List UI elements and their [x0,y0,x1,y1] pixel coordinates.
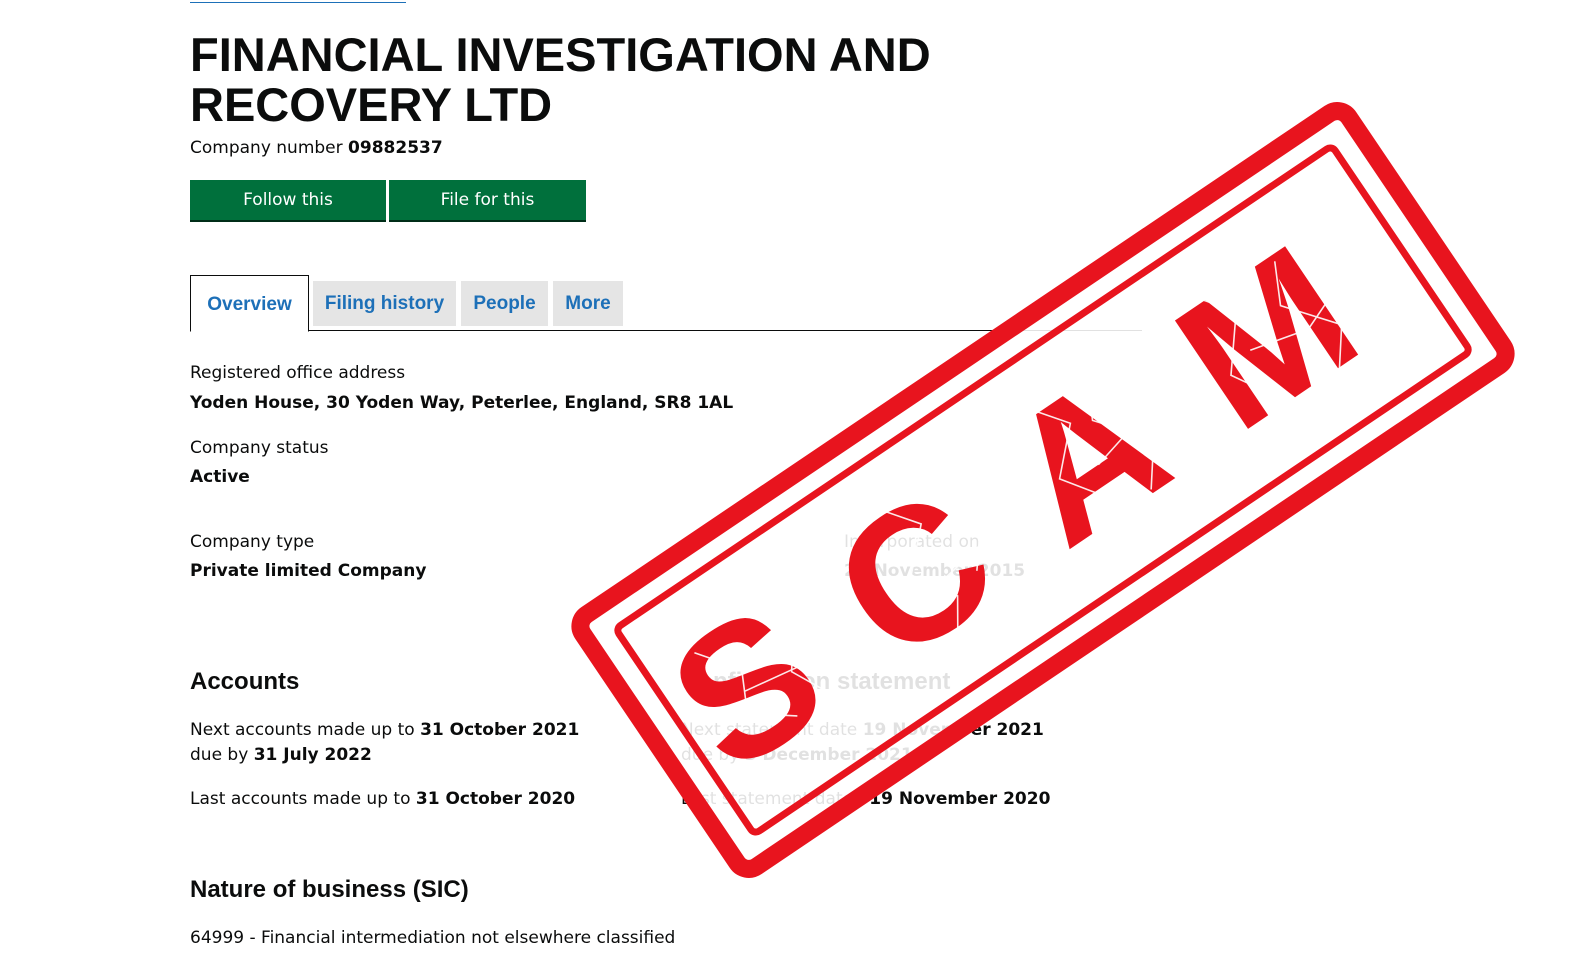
accounts-heading: Accounts [190,668,300,695]
accounts-due-date: 31 July 2022 [253,745,372,765]
accounts-next-label: Next accounts made up to [190,720,415,740]
company-number-label: Company number [190,138,343,158]
confirmation-due-date: 3 December 2021 [744,745,913,765]
tab-filing-history[interactable]: Filing history [313,281,456,326]
incorporated-value: 20 November 2015 [844,561,1026,581]
sic-entry: 64999 - Financial intermediation not els… [190,928,676,948]
accounts-next-date: 31 October 2021 [420,720,580,740]
follow-company-button[interactable]: Follow this company [190,180,386,250]
confirmation-last-date: 19 November 2020 [869,789,1051,809]
tab-more[interactable]: More [553,281,623,326]
company-number-value: 09882537 [348,138,443,158]
confirmation-next-date: 19 November 2021 [862,720,1044,740]
confirmation-next-label: Next statement date [681,720,858,740]
confirmation-due: due by 3 December 2021 [681,743,913,767]
confirmation-due-label: due by [681,745,740,765]
accounts-next: Next accounts made up to 31 October 2021 [190,718,579,742]
address-label: Registered office address [190,363,406,383]
tab-overview[interactable]: Overview [190,275,309,332]
address-value: Yoden House, 30 Yoden Way, Peterlee, Eng… [190,393,734,413]
accounts-due: due by 31 July 2022 [190,743,372,767]
company-number: Company number 09882537 [190,136,443,160]
status-value: Active [190,467,250,487]
file-for-company-button[interactable]: File for this company [389,180,586,250]
company-type-value: Private limited Company [190,561,427,581]
tabs-divider [190,330,1142,331]
accounts-due-label: due by [190,745,249,765]
page-title: FINANCIAL INVESTIGATION AND RECOVERY LTD [190,28,931,131]
accounts-last-date: 31 October 2020 [415,789,576,809]
tab-people[interactable]: People [461,281,548,326]
confirmation-next: Next statement date 19 November 2021 [681,718,1044,742]
confirmation-last-label: Last statement dated [681,789,864,809]
breadcrumb-link[interactable] [190,0,406,3]
confirmation-last: Last statement dated 19 November 2020 [681,787,1050,811]
company-type-label: Company type [190,532,315,552]
incorporated-label: Incorporated on [844,532,980,552]
status-label: Company status [190,438,329,458]
stamp-text: SCAM [635,167,1449,812]
confirmation-heading: Confirmation statement [681,668,951,695]
accounts-last: Last accounts made up to 31 October 2020 [190,787,575,811]
accounts-last-label: Last accounts made up to [190,789,411,809]
sic-heading: Nature of business (SIC) [190,876,469,903]
